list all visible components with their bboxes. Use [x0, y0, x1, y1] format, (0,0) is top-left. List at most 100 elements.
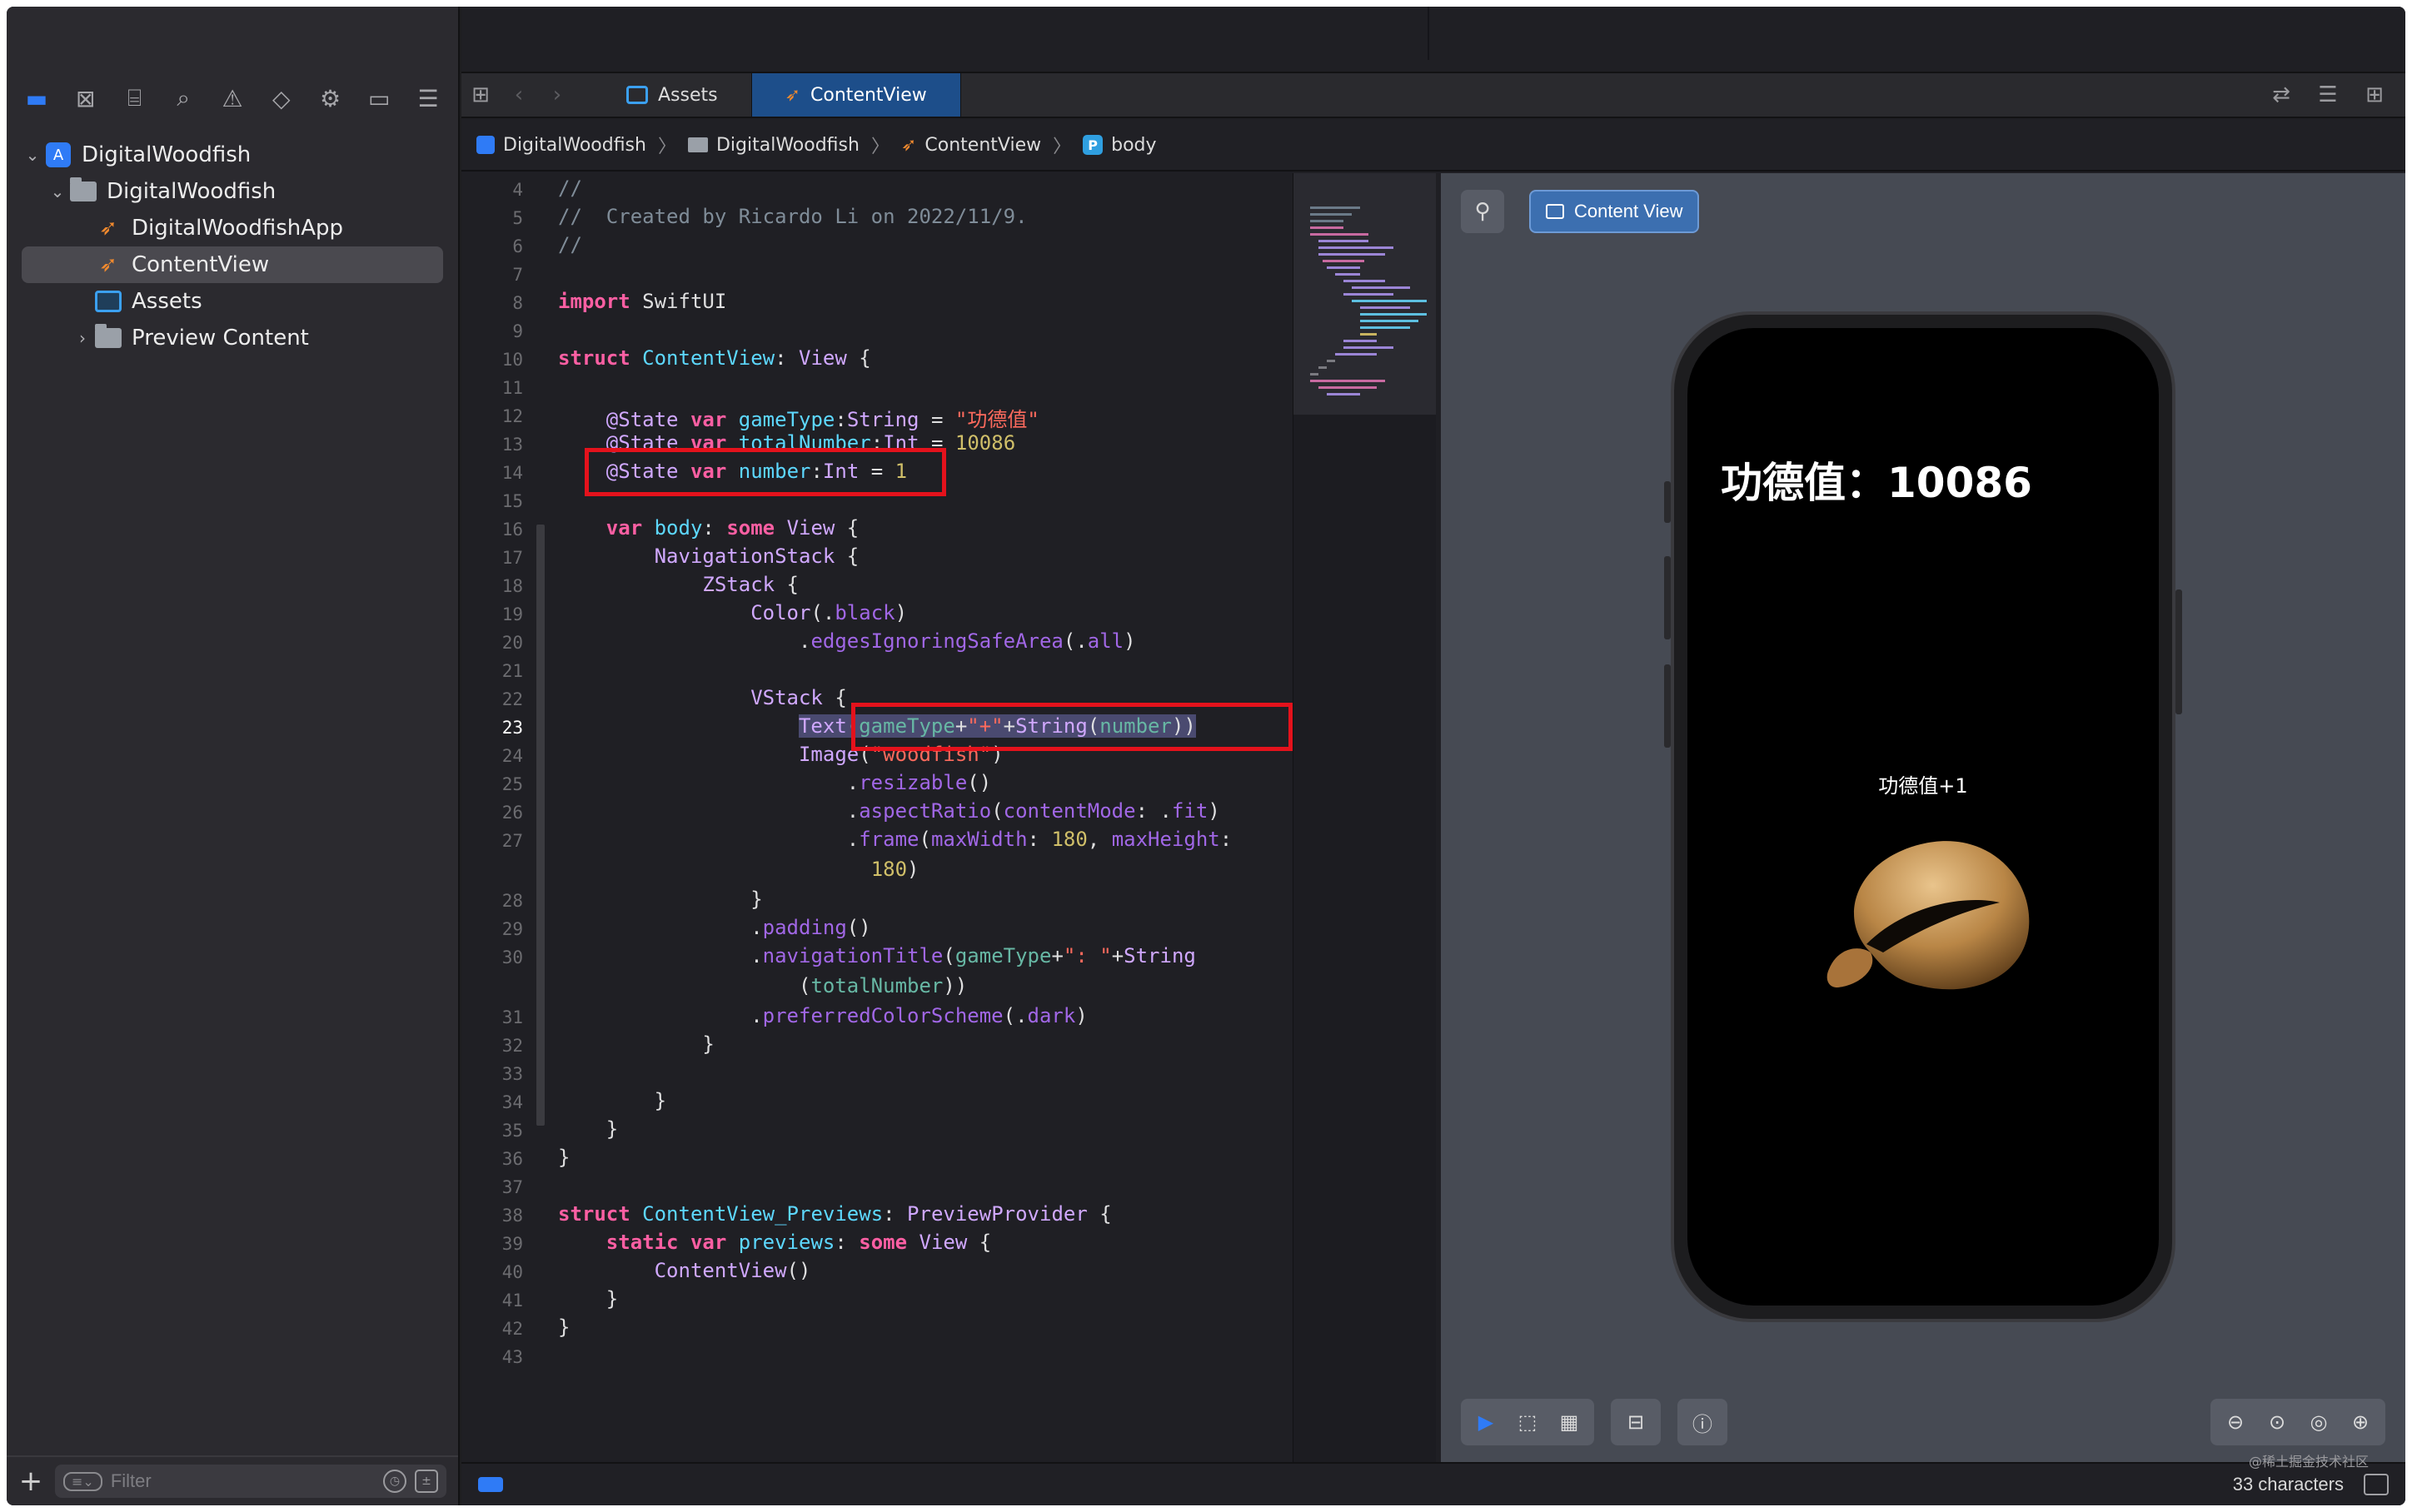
code-line[interactable]: struct ContentView: View {	[558, 346, 871, 370]
phone-screen[interactable]: 功德值：10086 功德值+1	[1687, 328, 2159, 1306]
zoom-in-icon[interactable]: ⊕	[2342, 1404, 2379, 1440]
device-settings-icon[interactable]: ⊟	[1617, 1404, 1654, 1440]
filter-options-icon[interactable]: ≡⌄	[63, 1471, 102, 1491]
code-line[interactable]: NavigationStack {	[558, 545, 860, 568]
filter-input[interactable]	[110, 1470, 375, 1492]
tree-item[interactable]: ➶ DigitalWoodfishApp	[22, 210, 443, 246]
report-icon[interactable]: ☰	[408, 80, 448, 117]
code-line[interactable]: // Created by Ricardo Li on 2022/11/9.	[558, 205, 1028, 228]
code-line[interactable]: 180)	[558, 858, 919, 881]
code-line[interactable]: }	[558, 1089, 666, 1112]
editor-options-icon[interactable]: ☰	[2309, 73, 2347, 117]
code-line[interactable]: .frame(maxWidth: 180, maxHeight:	[558, 828, 1232, 851]
code-line[interactable]: }	[558, 1032, 714, 1056]
code-line[interactable]: VStack {	[558, 686, 847, 709]
debug-icon[interactable]: ⚙	[311, 80, 351, 117]
tab-assets[interactable]: Assets	[593, 73, 752, 117]
source-control-icon[interactable]: ⊠	[66, 80, 106, 117]
code-minimap[interactable]	[1293, 173, 1436, 1462]
code-line[interactable]: }	[558, 888, 762, 911]
filter-field[interactable]: ≡⌄ ◷ ±	[55, 1465, 446, 1498]
add-editor-icon[interactable]: ⊞	[2355, 73, 2394, 117]
woodfish-image[interactable]	[1821, 828, 2037, 1002]
swap-icon[interactable]: ⇄	[2262, 73, 2300, 117]
code-line[interactable]: Color(.black)	[558, 601, 907, 624]
code-line[interactable]: .resizable()	[558, 771, 991, 794]
variants-icon[interactable]: ▦	[1551, 1404, 1587, 1440]
tab-contentview[interactable]: ➶ ContentView	[751, 73, 961, 117]
tree-item[interactable]: › Preview Content	[22, 320, 443, 356]
tree-item[interactable]: ⌄ DigitalWoodfish	[22, 173, 443, 210]
code-line[interactable]: var body: some View {	[558, 516, 859, 540]
code-line[interactable]: (totalNumber))	[558, 974, 967, 997]
code-line[interactable]: .padding()	[558, 916, 871, 939]
code-line[interactable]: }	[558, 1117, 618, 1141]
code-line[interactable]: import SwiftUI	[558, 290, 726, 313]
recent-files-icon[interactable]: ◷	[383, 1470, 406, 1493]
tree-item[interactable]: Assets	[22, 283, 443, 320]
pin-preview-button[interactable]: ⚲	[1461, 190, 1504, 233]
jump-bar-breadcrumb: DigitalWoodfish 〉 DigitalWoodfish 〉 ➶ Con…	[461, 120, 2405, 172]
code-line[interactable]: ContentView()	[558, 1259, 811, 1282]
minimap-line	[1318, 386, 1377, 389]
disclosure-chevron-icon[interactable]: ⌄	[47, 182, 68, 201]
device-info-group: ⓘ	[1677, 1399, 1727, 1445]
warning-icon[interactable]: ⚠	[212, 80, 252, 117]
code-line[interactable]: }	[558, 1316, 570, 1339]
line-number: 31	[501, 1007, 523, 1027]
code-line[interactable]: @State var gameType:String = "功德值"	[558, 403, 1039, 432]
code-line[interactable]: //	[558, 177, 582, 200]
code-fold-ribbon[interactable]	[536, 525, 545, 1126]
code-line[interactable]: static var previews: some View {	[558, 1231, 991, 1254]
add-file-button[interactable]: +	[18, 1465, 43, 1498]
grid-layout-icon[interactable]: ⊞	[461, 73, 500, 117]
device-info-icon[interactable]: ⓘ	[1684, 1404, 1721, 1440]
line-number: 37	[501, 1177, 523, 1197]
code-line[interactable]: .aspectRatio(contentMode: .fit)	[558, 799, 1220, 823]
tab-label: Assets	[658, 84, 718, 106]
code-line[interactable]: //	[558, 233, 582, 256]
back-arrow-icon[interactable]: ‹	[500, 73, 538, 117]
code-line[interactable]: ZStack {	[558, 573, 799, 596]
disclosure-chevron-icon[interactable]: ›	[72, 328, 93, 348]
minimap-line	[1318, 366, 1327, 369]
minimap-line	[1360, 313, 1427, 316]
line-number: 13	[501, 435, 523, 455]
phone-side-button	[1664, 556, 1671, 639]
code-line[interactable]: .navigationTitle(gameType+": "+String	[558, 944, 1196, 967]
code-line[interactable]: }	[558, 1146, 570, 1169]
breadcrumb-project[interactable]: DigitalWoodfish	[476, 135, 646, 156]
selectable-mode-icon[interactable]: ⬚	[1509, 1404, 1546, 1440]
source-control-filter-icon[interactable]: ±	[415, 1470, 438, 1493]
code-line[interactable]: }	[558, 1287, 618, 1311]
assets-icon	[93, 289, 123, 314]
breadcrumb-symbol[interactable]: Pbody	[1083, 135, 1157, 156]
source-editor[interactable]: 4 5 6 7 8 9 10 11 12 13 14 15 16 17 18 19 20 21 22 23 24 25 26…	[461, 173, 1293, 1462]
disclosure-chevron-icon[interactable]: ⌄	[22, 145, 43, 165]
zoom-100-icon[interactable]: ⊙	[2259, 1404, 2295, 1440]
debug-area-toggle-icon[interactable]	[478, 1477, 503, 1492]
content-view-preview-chip[interactable]: Content View	[1529, 190, 1700, 233]
zoom-fit-icon[interactable]: ◎	[2300, 1404, 2337, 1440]
minimap-line	[1343, 340, 1377, 342]
bookmark-icon[interactable]: ⌸	[115, 80, 155, 117]
tree-item[interactable]: ➶ ContentView	[22, 246, 443, 283]
forward-arrow-icon[interactable]: ›	[538, 73, 576, 117]
chevron-right-icon: 〉	[657, 137, 676, 157]
live-preview-icon[interactable]: ▶	[1468, 1404, 1504, 1440]
breadcrumb-folder[interactable]: DigitalWoodfish	[687, 135, 860, 156]
code-line[interactable]: .edgesIgnoringSafeArea(.all)	[558, 629, 1136, 653]
search-icon[interactable]: ⌕	[163, 80, 203, 117]
editor-area: ⊞ ‹ › Assets ➶ ContentView ⇄ ☰ ⊞ DigitalWo…	[461, 7, 2405, 1505]
code-line[interactable]: struct ContentView_Previews: PreviewProv…	[558, 1202, 1112, 1226]
panel-toggle-icon[interactable]	[2364, 1474, 2389, 1495]
folder-icon[interactable]: ▬	[17, 80, 57, 117]
swift-icon: ➶	[785, 84, 801, 106]
breakpoint-icon[interactable]: ▭	[359, 80, 399, 117]
tree-item[interactable]: ⌄ A DigitalWoodfish	[22, 137, 443, 173]
zoom-out-icon[interactable]: ⊖	[2217, 1404, 2254, 1440]
test-icon[interactable]: ◇	[262, 80, 302, 117]
tree-item-label: ContentView	[132, 252, 270, 277]
code-line[interactable]: .preferredColorScheme(.dark)	[558, 1004, 1088, 1027]
breadcrumb-file[interactable]: ➶ ContentView	[901, 135, 1041, 156]
